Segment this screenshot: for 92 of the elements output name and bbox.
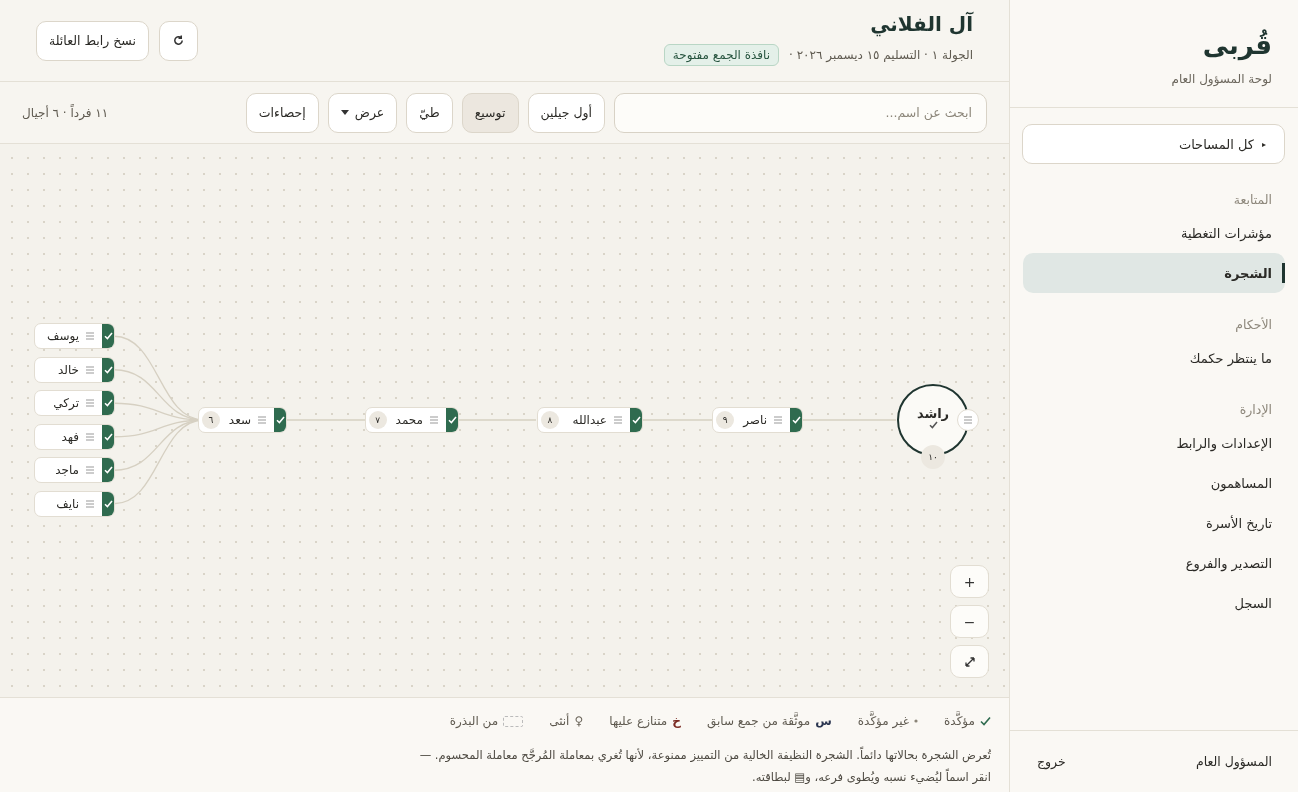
person-name: تركي	[52, 395, 80, 413]
count-badge: ٩	[716, 411, 735, 429]
person-name: فهد	[60, 428, 80, 446]
zoom-in-button[interactable]: +	[950, 565, 989, 598]
round-info: الجولة ١ · التسليم ١٥ ديسمبر ٢٠٢٦ ·	[789, 47, 973, 62]
space-selector[interactable]: ▸ كل المساحات	[1022, 124, 1285, 164]
nav-item[interactable]: التصدير والفروع	[1023, 543, 1285, 583]
toolbar-button[interactable]: إحصاءات	[245, 92, 319, 133]
section-title: المتابعة	[1232, 192, 1273, 207]
toolbar-button[interactable]: عرض	[327, 92, 398, 133]
check-icon	[631, 416, 641, 424]
caret-icon	[340, 110, 349, 115]
check-icon	[103, 399, 113, 408]
person-name: عبدالله	[571, 412, 608, 429]
toolbar-button[interactable]: توسيع	[461, 92, 519, 133]
check-icon	[103, 432, 113, 441]
legend-symbol: خ	[672, 714, 681, 728]
dashed-box-icon	[503, 715, 524, 727]
refresh-icon	[171, 34, 185, 47]
menu-icon	[430, 416, 438, 424]
tree-summary: ١١ فرداً · ٦ أجيال	[22, 105, 109, 120]
menu-icon	[964, 416, 972, 424]
menu-icon	[86, 332, 94, 341]
nav-item[interactable]: الشجرة	[1023, 253, 1285, 293]
legend-symbol: س	[815, 714, 832, 728]
app-subtitle: لوحة المسؤول العام	[1171, 72, 1272, 86]
legend-symbol: ♀	[574, 714, 584, 728]
person-node[interactable]: خالد	[34, 356, 115, 383]
menu-icon	[774, 416, 782, 424]
menu-icon	[86, 432, 94, 441]
person-node[interactable]: عبدالله ٨	[537, 407, 643, 433]
app-logo: قُربى	[1202, 28, 1272, 62]
search-field[interactable]: ابحث عن اسم...	[614, 92, 987, 133]
logout-link[interactable]: خروج	[1037, 754, 1066, 769]
menu-icon	[614, 416, 622, 424]
nav-item[interactable]: مؤشرات التغطية	[1023, 213, 1285, 253]
person-name: سعد	[227, 412, 252, 429]
legend-label: من البذرة	[449, 714, 499, 728]
person-name: ماجد	[54, 462, 80, 480]
check-icon	[447, 416, 457, 424]
nav-item[interactable]: المساهمون	[1023, 463, 1285, 503]
menu-icon	[86, 365, 94, 374]
nav-item[interactable]: تاريخ الأسرة	[1023, 503, 1285, 543]
count-badge: ٦	[201, 411, 220, 429]
person-node[interactable]: ناصر ٩	[712, 407, 803, 433]
menu-icon	[86, 399, 94, 408]
count-badge: ٨	[541, 411, 559, 429]
person-name: ناصر	[742, 412, 768, 429]
help-note: تُعرض الشجرة بحالاتها دائماً. الشجرة النظيفة الخالية من التمييز ممنوعة، لأنها تُغري بمعاملة المُرجَّح معاملة المحسوم. — انقر اسماً ليُضيء نسبه ويُطوى فرعه، و▤ لبطاقته.	[418, 745, 991, 786]
toolbar-button[interactable]: طيّ	[406, 92, 453, 133]
menu-icon	[86, 499, 94, 508]
refresh-button[interactable]	[158, 20, 198, 61]
fit-view-button[interactable]	[950, 645, 989, 678]
menu-icon	[258, 416, 266, 424]
person-node[interactable]: فهد	[34, 423, 115, 450]
person-node[interactable]: ماجد	[34, 457, 115, 484]
copy-link-button[interactable]: نسخ رابط العائلة	[36, 20, 149, 61]
legend-label: موثَّقة من جمع سابق	[706, 714, 811, 728]
menu-icon	[86, 466, 94, 475]
family-title: آل الفلاني	[870, 11, 973, 36]
check-icon	[275, 416, 285, 424]
person-node[interactable]: سعد ٦	[197, 407, 287, 433]
check-icon	[791, 416, 801, 424]
check-icon	[980, 716, 991, 726]
nav-item[interactable]: السجل	[1023, 583, 1285, 623]
zoom-out-button[interactable]: −	[950, 605, 989, 638]
check-icon	[103, 466, 113, 475]
legend-label: متنازع عليها	[609, 714, 668, 728]
person-node[interactable]: تركي	[34, 390, 115, 417]
section-title: الإدارة	[1238, 402, 1273, 417]
count-badge: ٧	[368, 411, 387, 429]
dot-icon	[914, 719, 919, 723]
person-name: محمد	[394, 412, 424, 429]
nav-item[interactable]: الإعدادات والرابط	[1023, 423, 1285, 463]
person-name: راشد	[916, 405, 950, 421]
person-node[interactable]: نايف	[34, 490, 115, 517]
expand-icon	[964, 656, 975, 667]
section-title: الأحكام	[1234, 317, 1273, 332]
person-name: خالد	[56, 361, 80, 379]
status-badge: نافذة الجمع مفتوحة	[663, 43, 780, 66]
nav-item[interactable]: ما ينتظر حكمك	[1023, 338, 1285, 378]
person-name: يوسف	[46, 328, 80, 346]
person-node[interactable]: محمد ٧	[364, 407, 459, 433]
user-name: المسؤول العام	[1195, 754, 1272, 769]
legend-label: أنثى	[549, 714, 570, 728]
toolbar-button[interactable]: أول جيلين	[527, 92, 605, 133]
check-icon	[103, 365, 113, 374]
check-icon	[103, 332, 113, 341]
person-name: نايف	[55, 495, 80, 513]
count-badge: ١٠	[921, 445, 945, 469]
person-node[interactable]: يوسف	[34, 323, 115, 350]
check-icon	[103, 499, 113, 508]
